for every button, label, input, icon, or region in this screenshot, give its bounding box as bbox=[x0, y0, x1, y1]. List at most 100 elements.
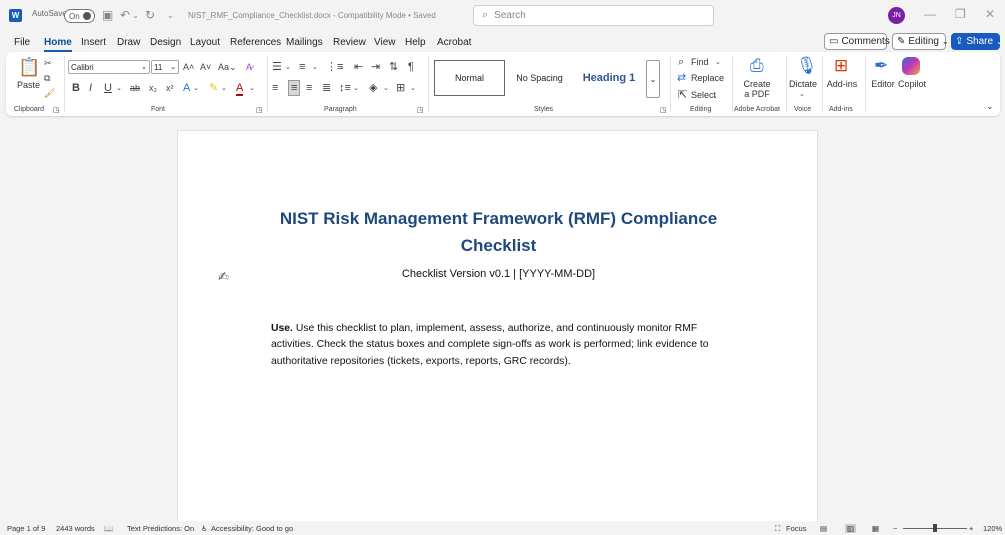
highlight-icon[interactable]: ✎ bbox=[209, 82, 218, 94]
avatar[interactable]: JN bbox=[888, 7, 905, 24]
tab-layout[interactable]: Layout bbox=[190, 37, 220, 48]
shrink-font-icon[interactable]: A˅ bbox=[200, 61, 211, 73]
format-painter-icon[interactable]: 🖌 bbox=[44, 87, 55, 99]
web-layout-icon[interactable]: ▦ bbox=[872, 524, 879, 533]
cut-icon[interactable]: ✂ bbox=[44, 57, 52, 69]
chevron-down-icon[interactable]: ⌄ bbox=[285, 62, 291, 74]
word-count[interactable]: 2443 words bbox=[56, 524, 95, 533]
superscript-icon[interactable]: x² bbox=[166, 82, 174, 94]
tab-draw[interactable]: Draw bbox=[117, 37, 140, 48]
align-center-icon[interactable]: ≡ bbox=[288, 80, 301, 96]
redo-icon[interactable]: ↻ bbox=[145, 8, 155, 22]
microphone-icon[interactable]: 🎙 bbox=[796, 56, 818, 76]
replace-icon[interactable]: ⇄ bbox=[677, 72, 686, 84]
tab-help[interactable]: Help bbox=[405, 37, 426, 48]
align-left-icon[interactable]: ≡ bbox=[272, 82, 278, 94]
shading-icon[interactable]: ◈ bbox=[369, 82, 377, 94]
justify-icon[interactable]: ≣ bbox=[322, 82, 331, 94]
line-spacing-icon[interactable]: ↕≡ bbox=[339, 82, 351, 94]
numbering-icon[interactable]: ≡ bbox=[299, 61, 305, 73]
customize-toolbar-icon[interactable]: ⌄ bbox=[167, 11, 174, 20]
grow-font-icon[interactable]: A˄ bbox=[183, 61, 194, 73]
underline-icon[interactable]: U bbox=[104, 82, 112, 94]
chevron-down-icon[interactable]: ⌄ bbox=[249, 83, 255, 95]
copy-icon[interactable]: ⧉ bbox=[44, 72, 50, 84]
tab-references[interactable]: References bbox=[230, 37, 281, 48]
tab-file[interactable]: File bbox=[14, 37, 30, 48]
comments-button[interactable]: ▭ Comments bbox=[824, 33, 890, 50]
share-button[interactable]: ⇪ Share ⌄ bbox=[951, 33, 1003, 50]
find-icon[interactable]: ⌕ bbox=[678, 56, 684, 68]
tab-insert[interactable]: Insert bbox=[81, 37, 106, 48]
dialog-launcher-icon[interactable]: ◳ bbox=[53, 105, 60, 117]
zoom-in-icon[interactable]: + bbox=[969, 524, 973, 533]
print-layout-icon[interactable]: ▥ bbox=[845, 524, 857, 533]
dialog-launcher-icon[interactable]: ◳ bbox=[660, 105, 667, 117]
accessibility-status[interactable]: Accessibility: Good to go bbox=[211, 524, 293, 533]
proofing-icon[interactable]: 📖 bbox=[104, 524, 113, 533]
create-pdf-icon[interactable]: ⎙ bbox=[750, 56, 764, 76]
document-page[interactable]: NIST Risk Management Framework (RMF) Com… bbox=[177, 130, 818, 530]
editing-mode-button[interactable]: ✎ Editing ⌄ bbox=[892, 33, 949, 50]
undo-dropdown-icon[interactable]: ⌄ bbox=[132, 11, 139, 20]
dialog-launcher-icon[interactable]: ◳ bbox=[256, 105, 263, 117]
bold-icon[interactable]: B bbox=[72, 82, 80, 94]
zoom-slider-thumb[interactable] bbox=[933, 524, 937, 532]
tab-view[interactable]: View bbox=[374, 37, 396, 48]
chevron-down-icon[interactable]: ⌄ bbox=[193, 83, 199, 95]
autosave-toggle[interactable]: On bbox=[64, 9, 95, 23]
tab-review[interactable]: Review bbox=[333, 37, 366, 48]
show-formatting-icon[interactable]: ¶ bbox=[408, 61, 414, 73]
strikethrough-icon[interactable]: ab bbox=[130, 82, 140, 94]
copilot-button[interactable]: Copilot bbox=[896, 79, 928, 89]
change-case-icon[interactable]: Aa⌄ bbox=[218, 61, 237, 73]
chevron-down-icon[interactable]: ⌄ bbox=[799, 89, 805, 101]
close-icon[interactable]: ✕ bbox=[985, 7, 995, 21]
tab-design[interactable]: Design bbox=[150, 37, 181, 48]
chevron-down-icon[interactable]: ⌄ bbox=[221, 83, 227, 95]
chevron-down-icon[interactable]: ⌄ bbox=[410, 83, 416, 95]
decrease-indent-icon[interactable]: ⇤ bbox=[354, 61, 363, 73]
paste-icon[interactable]: 📋 bbox=[18, 57, 40, 77]
minimize-icon[interactable]: — bbox=[924, 7, 936, 21]
style-heading-1[interactable]: Heading 1 bbox=[574, 60, 644, 96]
tab-home[interactable]: Home bbox=[44, 37, 72, 52]
editor-button[interactable]: Editor bbox=[869, 79, 897, 89]
tab-acrobat[interactable]: Acrobat bbox=[437, 37, 471, 48]
select-icon[interactable]: ⇱ bbox=[678, 89, 687, 101]
read-mode-icon[interactable]: ▤ bbox=[820, 524, 827, 533]
increase-indent-icon[interactable]: ⇥ bbox=[371, 61, 380, 73]
search-box[interactable]: ⌕ Search bbox=[473, 5, 714, 26]
replace-button[interactable]: Replace bbox=[691, 73, 724, 83]
addins-icon[interactable]: ⊞ bbox=[834, 56, 848, 76]
undo-icon[interactable]: ↶ bbox=[120, 8, 130, 22]
style-no-spacing[interactable]: No Spacing bbox=[508, 60, 571, 96]
create-pdf-button[interactable]: Create a PDF bbox=[739, 79, 775, 99]
bullets-icon[interactable]: ☰ bbox=[272, 61, 282, 73]
subscript-icon[interactable]: x₂ bbox=[149, 82, 157, 94]
styles-gallery-expand-icon[interactable]: ⌄ bbox=[646, 60, 660, 98]
focus-button[interactable]: Focus bbox=[786, 524, 806, 533]
chevron-down-icon[interactable]: ⌄ bbox=[383, 83, 389, 95]
align-right-icon[interactable]: ≡ bbox=[306, 82, 312, 94]
italic-icon[interactable]: I bbox=[89, 82, 92, 94]
chevron-down-icon[interactable]: ⌄ bbox=[339, 62, 345, 74]
text-effects-icon[interactable]: A bbox=[183, 82, 190, 94]
save-icon[interactable]: ▣ bbox=[102, 8, 113, 22]
find-button[interactable]: Find bbox=[691, 57, 709, 67]
clear-formatting-icon[interactable]: A̷ bbox=[246, 61, 252, 73]
dictate-button[interactable]: Dictate bbox=[789, 79, 817, 89]
copilot-icon[interactable] bbox=[902, 57, 920, 75]
document-title[interactable]: NIST_RMF_Compliance_Checklist.docx - Com… bbox=[188, 11, 436, 20]
chevron-down-icon[interactable]: ⌄ bbox=[715, 57, 721, 69]
chevron-down-icon[interactable]: ⌄ bbox=[712, 91, 718, 103]
tab-mailings[interactable]: Mailings bbox=[286, 37, 323, 48]
chevron-down-icon[interactable]: ⌄ bbox=[116, 83, 122, 95]
dialog-launcher-icon[interactable]: ◳ bbox=[417, 105, 424, 117]
text-predictions[interactable]: Text Predictions: On bbox=[127, 524, 194, 533]
addins-button[interactable]: Add-ins bbox=[826, 79, 858, 89]
chevron-down-icon[interactable]: ⌄ bbox=[312, 62, 318, 74]
sort-icon[interactable]: ⇅ bbox=[389, 61, 398, 73]
collapse-ribbon-icon[interactable]: ⌄ bbox=[986, 100, 994, 112]
font-size-combo[interactable]: 11 ⌄ bbox=[151, 60, 179, 74]
